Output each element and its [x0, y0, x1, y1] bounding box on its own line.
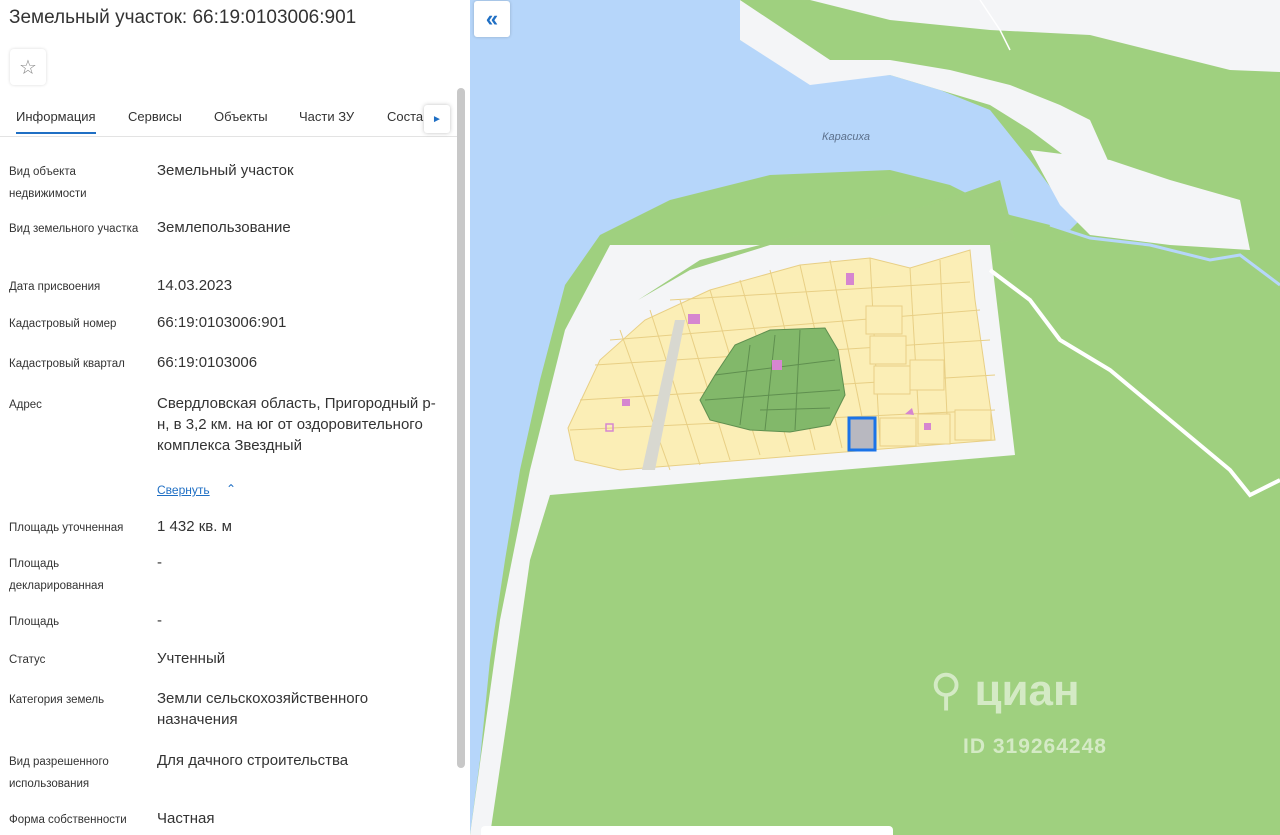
field-label-cadastral-quarter: Кадастровый квартал — [9, 358, 125, 370]
tab-information[interactable]: Информация — [16, 109, 96, 134]
field-label-address: Адрес — [9, 399, 42, 411]
field-value-cadastral-number: 66:19:0103006:901 — [157, 314, 287, 331]
map-canvas[interactable]: Карасиха — [470, 0, 1280, 835]
field-value-ownership: Частная — [157, 810, 215, 827]
map-view[interactable]: Карасиха — [470, 0, 1280, 835]
field-value-cadastral-quarter: 66:19:0103006 — [157, 354, 258, 371]
field-label-ownership: Форма собственности — [9, 814, 127, 826]
selected-parcel — [847, 416, 877, 452]
collapse-panel-button[interactable]: « — [474, 1, 510, 37]
page-title: Земельный участок: 66:19:0103006:901 — [9, 7, 357, 28]
tab-services[interactable]: Сервисы — [128, 109, 182, 124]
field-value-assignment-date: 14.03.2023 — [157, 277, 233, 294]
field-label-assignment-date: Дата присвоения — [9, 281, 101, 293]
clearing-right — [1030, 150, 1250, 250]
field-label-cadastral-number: Кадастровый номер — [9, 318, 117, 330]
field-value-land-type: Землепользование — [157, 219, 291, 236]
field-value-land-category: Земли сельскохозяйственного назначения — [157, 690, 369, 728]
field-value-area-refined: 1 432 кв. м — [157, 518, 232, 535]
field-label-area: Площадь — [9, 616, 60, 628]
field-label-status: Статус — [9, 654, 46, 666]
double-chevron-left-icon: « — [485, 6, 499, 31]
tab-bar: Информация Сервисы Объекты Части ЗУ Сост… — [0, 96, 458, 137]
tab-objects[interactable]: Объекты — [214, 109, 268, 124]
field-value-object-type: Земельный участок — [157, 162, 294, 179]
field-value-permitted-use: Для дачного строительства — [157, 752, 349, 769]
field-label-area-refined: Площадь уточненная — [9, 522, 124, 534]
field-label-land-type: Вид земельного участка — [9, 223, 139, 235]
field-value-area-declared: - — [157, 554, 162, 571]
map-bottom-panel[interactable] — [481, 826, 893, 835]
watermark-logo: ⚲ циан — [930, 666, 1080, 715]
river-label: Карасиха — [822, 131, 870, 143]
field-label-land-category: Категория земель — [9, 694, 105, 706]
field-value-address: Свердловская область, Пригородный р-н, в… — [157, 395, 436, 454]
tab-parts[interactable]: Части ЗУ — [299, 109, 354, 124]
chevron-up-icon[interactable]: ⌃ — [226, 482, 236, 496]
road-right — [988, 268, 1280, 498]
star-outline-icon: ☆ — [19, 56, 37, 79]
field-value-area: - — [157, 612, 162, 629]
field-label-object-type: Вид объекта недвижимости — [9, 166, 87, 200]
field-value-status: Учтенный — [157, 650, 226, 667]
field-label-area-declared: Площадь декларированная — [9, 558, 104, 592]
tab-scroll-button[interactable]: ► — [424, 105, 450, 133]
panel-scrollbar[interactable] — [457, 88, 465, 768]
collapse-link[interactable]: Свернуть — [157, 483, 210, 497]
watermark-id: ID 319264248 — [963, 735, 1107, 758]
chevron-right-icon: ► — [432, 113, 442, 125]
favorite-button[interactable]: ☆ — [10, 49, 46, 85]
info-panel: Земельный участок: 66:19:0103006:901 ☆ И… — [0, 0, 470, 835]
tab-composition[interactable]: Соста — [387, 109, 423, 124]
field-label-permitted-use: Вид разрешенного использования — [9, 756, 109, 790]
